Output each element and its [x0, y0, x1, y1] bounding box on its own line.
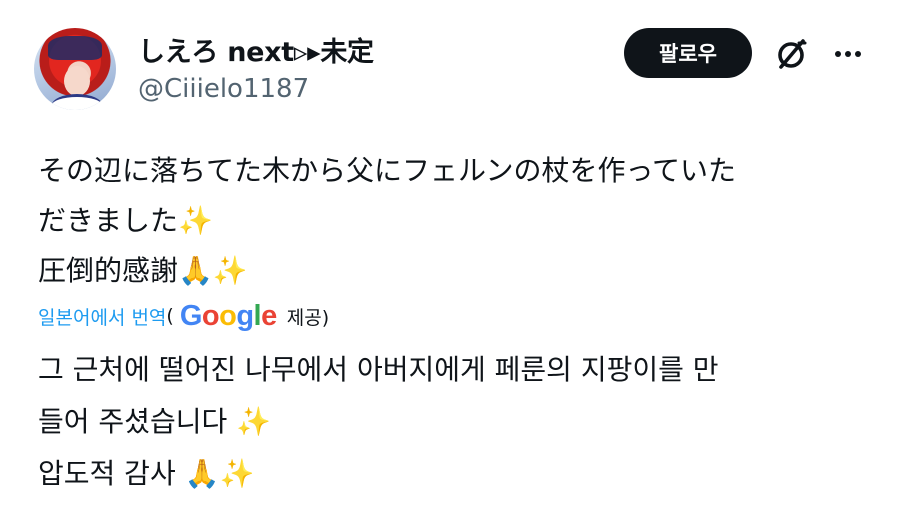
avatar-collar [52, 94, 102, 110]
provided-label: 제공) [286, 306, 330, 329]
google-logo: Google [179, 299, 277, 332]
avatar-face [64, 66, 90, 96]
open-paren: ( [166, 305, 174, 327]
more-dots-icon[interactable] [828, 34, 868, 74]
avatar[interactable] [34, 28, 116, 110]
avatar-hat [48, 36, 102, 60]
translation-bar: 일본어에서 번역 ( Google 제공) [38, 296, 329, 336]
translated-text: 그 근처에 떨어진 나무에서 아버지에게 페룬의 지팡이를 만 들어 주셨습니다… [38, 353, 719, 490]
post-text: その辺に落ちてた木から父にフェルンの杖を作っていた だきました✨ 圧倒的感謝🙏✨ [38, 154, 737, 287]
slashed-circle-icon[interactable] [772, 34, 812, 74]
follow-button[interactable]: 팔로우 [624, 28, 752, 78]
translate-link[interactable]: 일본어에서 번역 [38, 303, 166, 330]
display-name[interactable]: しえろ next▹▸未定 [138, 30, 374, 69]
user-handle[interactable]: @Ciiielo1187 [138, 74, 309, 104]
